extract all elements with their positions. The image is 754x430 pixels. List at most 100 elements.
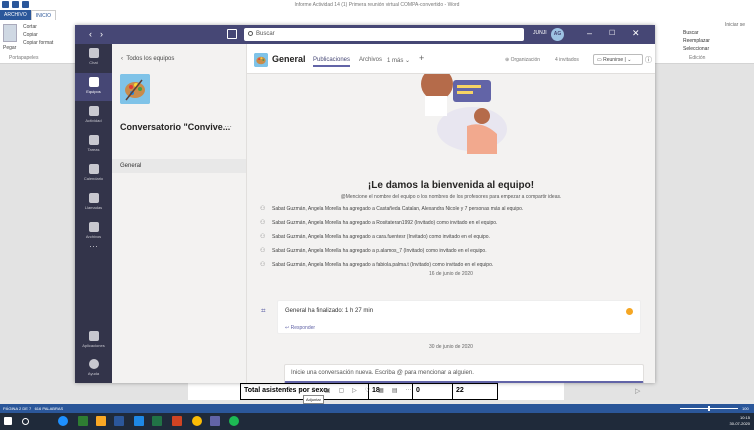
send-icon[interactable]: ▷ [635, 387, 640, 395]
powerpoint-icon[interactable] [172, 416, 182, 426]
reply-link[interactable]: ↩ Responder [285, 325, 315, 331]
praise-icon[interactable]: ♡ [365, 387, 370, 394]
org-label[interactable]: JUNJI [533, 30, 547, 36]
member-added-icon: ⚇ [260, 206, 266, 212]
copy-button[interactable]: Copiar [23, 32, 38, 38]
calendar-icon [88, 164, 99, 174]
channel-item-general[interactable]: General [112, 159, 246, 173]
find-button[interactable]: Buscar [683, 30, 699, 36]
edge-icon[interactable] [58, 416, 68, 426]
search-input[interactable]: Buscar [244, 28, 524, 41]
editing-group: Buscar Reemplazar Seleccionar Edición In… [683, 22, 753, 62]
rail-item-llamadas[interactable]: Llamadas [75, 189, 112, 217]
search-placeholder: Buscar [256, 31, 275, 38]
rail-item-actividad[interactable]: Actividad [75, 102, 112, 130]
add-tab-button[interactable]: + [419, 53, 424, 63]
chrome-icon[interactable] [192, 416, 202, 426]
teams-icon [88, 77, 99, 87]
mail-icon[interactable] [134, 416, 144, 426]
rail-item-equipos[interactable]: Equipos [75, 73, 112, 101]
bell-icon [88, 106, 99, 116]
gif-icon[interactable]: ▣ [325, 387, 331, 394]
start-icon[interactable] [4, 417, 12, 425]
undo-icon[interactable] [22, 1, 29, 8]
format-icon[interactable]: A̶ [287, 387, 291, 394]
all-teams-link[interactable]: ‹ Todos los equipos [121, 56, 174, 62]
clock-date: 30-07-2020 [729, 421, 750, 426]
meeting-card[interactable]: General ha finalizado: 1 h 27 min ↩ Resp… [277, 300, 641, 334]
event-text: Sabat Guzmán, Angela Morella ha agregado… [272, 206, 524, 212]
team-more-icon[interactable]: ··· [224, 122, 232, 131]
emoji-icon[interactable]: ☺ [311, 387, 317, 394]
word-taskbar-icon[interactable] [114, 416, 124, 426]
rail-item-tareas[interactable]: Tareas [75, 131, 112, 159]
more-apps-icon[interactable]: ··· [75, 241, 112, 251]
rail-item-aplicaciones[interactable]: Aplicaciones [75, 327, 112, 355]
tab-more[interactable]: 1 más ⌄ [387, 57, 410, 64]
more-options-icon[interactable]: ··· [405, 387, 411, 394]
system-clock[interactable]: 10:15 30-07-2020 [730, 415, 750, 427]
avatar[interactable]: AG [551, 28, 564, 41]
date-separator: 16 de junio de 2020 [429, 271, 473, 277]
minimize-icon[interactable]: – [587, 28, 592, 39]
channel-label: General [120, 163, 142, 169]
paste-button[interactable]: Pegar [3, 45, 16, 51]
compose-box[interactable]: Inicie una conversación nueva. Escriba @… [284, 364, 644, 383]
rail-label: Archivos [85, 234, 102, 239]
zoom-slider[interactable] [680, 406, 738, 411]
tab-archivo[interactable]: ARCHIVO [0, 10, 31, 20]
back-arrow-icon[interactable]: ‹ [89, 29, 92, 39]
channel-info-icon[interactable]: ⓘ [645, 55, 652, 65]
chat-icon [88, 48, 99, 58]
rail-item-ayuda[interactable]: Ayuda [75, 355, 112, 383]
zoom-thumb[interactable] [708, 406, 710, 411]
team-name[interactable]: Conversatorio "Convive... [120, 122, 230, 132]
meeting-ended-icon: ⌗ [261, 306, 266, 315]
file-explorer-icon[interactable] [96, 416, 106, 426]
stream-icon[interactable]: ▦ [378, 387, 384, 394]
list-item: ⚇ Sabat Guzmán, Angela Morella ha agregad… [260, 261, 640, 268]
paste-icon[interactable] [3, 24, 17, 42]
search-icon[interactable] [22, 418, 29, 425]
forward-arrow-icon[interactable]: › [100, 29, 103, 39]
sticker-icon[interactable]: ▢ [338, 387, 344, 394]
sign-in-link[interactable]: Iniciar se [725, 22, 745, 28]
member-added-icon: ⚇ [260, 220, 266, 226]
new-chat-icon[interactable] [227, 29, 237, 39]
list-item: ⚇ Sabat Guzmán, Angela Morella ha agregad… [260, 205, 640, 212]
rail-label: Ayuda [87, 371, 100, 376]
excel-icon[interactable] [152, 416, 162, 426]
select-button[interactable]: Seleccionar [683, 46, 709, 52]
spotify-icon[interactable] [229, 416, 239, 426]
rail-item-calendario[interactable]: Calendario [75, 160, 112, 188]
phone-icon [88, 193, 99, 203]
format-painter-button[interactable]: Copiar format [23, 40, 53, 46]
guests-count[interactable]: 4 invitados [555, 57, 579, 63]
save-icon[interactable] [12, 1, 19, 8]
app-icon[interactable]: ▤ [392, 387, 398, 394]
member-added-icon: ⚇ [260, 234, 266, 240]
reaction-badge [626, 308, 633, 315]
rail-item-chat[interactable]: Chat [75, 44, 112, 72]
org-button[interactable]: ⊕ Organización [505, 57, 540, 63]
word-status-bar: PÁGINA 2 DE 7 616 PALABRAS 100 [0, 404, 754, 413]
cut-button[interactable]: Cortar [23, 24, 37, 30]
message-feed[interactable]: ¡Le damos la bienvenida al equipo! @Menc… [247, 74, 655, 339]
tab-inicio[interactable]: INICIO [30, 10, 57, 20]
store-icon[interactable] [78, 416, 88, 426]
status-words: 616 PALABRAS [34, 406, 64, 411]
reply-label: Responder [290, 325, 316, 331]
meet-now-icon[interactable]: ▷ [352, 387, 357, 394]
maximize-icon[interactable]: ☐ [609, 28, 615, 39]
tab-publicaciones[interactable]: Publicaciones [313, 57, 351, 67]
member-added-icon: ⚇ [260, 248, 266, 254]
event-text: Sabat Guzmán, Angela Morella ha agregado… [272, 248, 487, 254]
tab-archivos[interactable]: Archivos [359, 57, 382, 63]
teams-taskbar-icon[interactable] [210, 416, 220, 426]
team-avatar-palette-icon[interactable] [120, 74, 150, 104]
attach-icon[interactable]: ⌀ [299, 387, 303, 394]
close-icon[interactable]: ✕ [632, 28, 640, 39]
meet-button[interactable]: ▭ Reunirse | ⌄ [593, 54, 643, 65]
replace-button[interactable]: Reemplazar [683, 38, 710, 44]
desktop-root: { "word": { "title": "Informe Actividad … [0, 0, 754, 430]
